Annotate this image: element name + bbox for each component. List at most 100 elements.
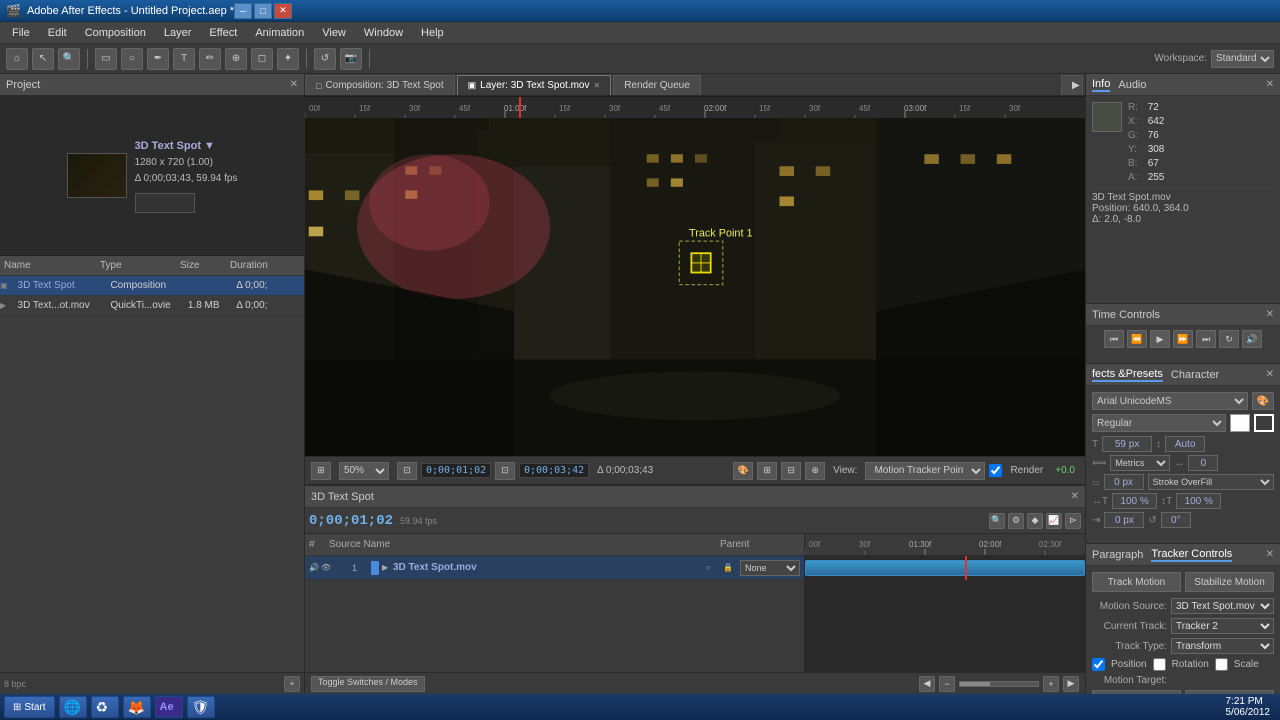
- tl-key-btn[interactable]: ◆: [1027, 513, 1043, 529]
- viewer-fit-btn[interactable]: ⊞: [311, 462, 331, 480]
- tl-marker-btn[interactable]: ⊳: [1065, 513, 1081, 529]
- tl-zoom-in[interactable]: +: [1043, 676, 1059, 692]
- zoom-tool[interactable]: 🔍: [58, 48, 80, 70]
- position-checkbox[interactable]: [1092, 658, 1105, 671]
- workspace-dropdown[interactable]: Standard: [1211, 50, 1274, 68]
- tc-play[interactable]: ▶: [1150, 330, 1170, 348]
- tracking-input[interactable]: [1188, 455, 1218, 471]
- paragraph-tab[interactable]: Paragraph: [1092, 549, 1143, 561]
- info-panel-close[interactable]: ✕: [1266, 79, 1274, 90]
- view-dropdown[interactable]: Motion Tracker Points: [865, 462, 985, 480]
- viewer-canvas[interactable]: Track Point 1: [305, 118, 1085, 456]
- color-swatch-2[interactable]: [1254, 414, 1274, 432]
- tc-loop[interactable]: ↻: [1219, 330, 1239, 348]
- layer-solo-0[interactable]: ○: [706, 563, 720, 572]
- tl-zoom-out[interactable]: −: [939, 676, 955, 692]
- tl-graph-btn[interactable]: 📈: [1046, 513, 1062, 529]
- tracker-tab[interactable]: Tracker Controls: [1151, 548, 1232, 562]
- ellipse-tool[interactable]: ○: [121, 48, 143, 70]
- current-track-dropdown[interactable]: Tracker 2: [1171, 618, 1274, 634]
- taskbar-ae[interactable]: Ae: [155, 696, 183, 718]
- auto-input[interactable]: [1165, 436, 1205, 452]
- effects-tab-char[interactable]: Character: [1171, 369, 1219, 381]
- tc-next-frame[interactable]: ⏩: [1173, 330, 1193, 348]
- eraser-tool[interactable]: ◻: [251, 48, 273, 70]
- tab-render[interactable]: Render Queue: [613, 75, 701, 95]
- track-type-dropdown[interactable]: Transform: [1171, 638, 1274, 654]
- tracker-panel-close[interactable]: ✕: [1266, 549, 1274, 560]
- viewer-btn2[interactable]: ⊡: [397, 462, 417, 480]
- vscale-input[interactable]: [1176, 493, 1221, 509]
- color-swatch-1[interactable]: [1230, 414, 1250, 432]
- tc-skip-start[interactable]: ⏮: [1104, 330, 1124, 348]
- render-checkbox[interactable]: [989, 464, 1002, 477]
- effects-panel-close[interactable]: ✕: [1266, 369, 1274, 380]
- playhead[interactable]: [965, 556, 967, 580]
- start-button[interactable]: ⊞ Start: [4, 696, 55, 718]
- track-bar-0[interactable]: [805, 560, 1085, 576]
- tc-audio[interactable]: 🔊: [1242, 330, 1262, 348]
- layer-expand-0[interactable]: ▶: [382, 563, 390, 572]
- tl-search-btn[interactable]: 🔍: [989, 513, 1005, 529]
- tl-settings-btn[interactable]: ⚙: [1008, 513, 1024, 529]
- taskbar-recycle[interactable]: ♻: [91, 696, 119, 718]
- home-tool[interactable]: ⌂: [6, 48, 28, 70]
- layer-name-0[interactable]: 3D Text Spot.mov: [393, 562, 477, 573]
- project-item-1[interactable]: ▶ 3D Text...ot.mov QuickTi...ovie 1.8 MB…: [0, 296, 304, 316]
- mask-btn[interactable]: ⊟: [781, 462, 801, 480]
- layer-row-0[interactable]: 🔊 👁 1 ▶ 3D Text Spot.mov ○: [305, 556, 804, 580]
- menu-composition[interactable]: Composition: [77, 25, 154, 41]
- menu-file[interactable]: File: [4, 25, 38, 41]
- viewer-btn3[interactable]: ⊡: [495, 462, 515, 480]
- tl-nav-right[interactable]: ▶: [1063, 676, 1079, 692]
- timeline-close[interactable]: ✕: [1071, 491, 1079, 502]
- indent-input[interactable]: [1104, 512, 1144, 528]
- text-tool[interactable]: T: [173, 48, 195, 70]
- rotate-tool[interactable]: ↺: [314, 48, 336, 70]
- brush-tool[interactable]: ✏: [199, 48, 221, 70]
- tc-skip-end[interactable]: ⏭: [1196, 330, 1216, 348]
- menu-animation[interactable]: Animation: [247, 25, 312, 41]
- taskbar-shield[interactable]: 🛡: [187, 696, 215, 718]
- rotate-input[interactable]: [1161, 512, 1191, 528]
- select-tool[interactable]: ↖: [32, 48, 54, 70]
- zoom-dropdown[interactable]: 50%: [339, 462, 389, 480]
- stroke-width-input[interactable]: [1104, 474, 1144, 490]
- channels-btn[interactable]: ⊕: [805, 462, 825, 480]
- menu-view[interactable]: View: [314, 25, 354, 41]
- timeline-zoom-slider[interactable]: [959, 681, 1039, 687]
- font-dropdown[interactable]: Arial UnicodeMS: [1092, 392, 1248, 410]
- layer-audio-icon[interactable]: 🔊: [309, 563, 319, 572]
- hscale-input[interactable]: [1112, 493, 1157, 509]
- clone-tool[interactable]: ⊕: [225, 48, 247, 70]
- track-area[interactable]: 00f 30f 01:30f 02:00f 02:30f 03:00f: [805, 534, 1085, 672]
- stroke-dropdown[interactable]: Stroke OverFill: [1148, 474, 1274, 490]
- menu-window[interactable]: Window: [356, 25, 411, 41]
- end-time-input[interactable]: 0;00;03;42: [519, 463, 589, 478]
- track-motion-btn[interactable]: Track Motion: [1092, 572, 1181, 592]
- new-comp-btn[interactable]: +: [284, 676, 300, 692]
- scale-checkbox[interactable]: [1215, 658, 1228, 671]
- taskbar-ie[interactable]: 🌐: [59, 696, 87, 718]
- pen-tool[interactable]: ✒: [147, 48, 169, 70]
- menu-effect[interactable]: Effect: [201, 25, 245, 41]
- project-panel-close[interactable]: ✕: [290, 79, 298, 90]
- toggle-switches-btn[interactable]: Toggle Switches / Modes: [311, 676, 425, 692]
- minimize-button[interactable]: ─: [234, 3, 252, 19]
- layer-lock-0[interactable]: 🔒: [723, 563, 737, 572]
- close-button[interactable]: ✕: [274, 3, 292, 19]
- grid-btn[interactable]: ⊞: [757, 462, 777, 480]
- rotation-checkbox[interactable]: [1153, 658, 1166, 671]
- motion-source-dropdown[interactable]: 3D Text Spot.mov: [1171, 598, 1274, 614]
- info-tab-audio[interactable]: Audio: [1118, 79, 1146, 91]
- taskbar-firefox[interactable]: 🦊: [123, 696, 151, 718]
- maximize-button[interactable]: □: [254, 3, 272, 19]
- timeline-current-time[interactable]: 0;00;01;02: [309, 513, 393, 529]
- font-size-input[interactable]: [1102, 436, 1152, 452]
- color-picker-btn[interactable]: 🎨: [733, 462, 753, 480]
- menu-layer[interactable]: Layer: [156, 25, 200, 41]
- style-dropdown[interactable]: Regular: [1092, 414, 1226, 432]
- camera-tool[interactable]: 📷: [340, 48, 362, 70]
- tc-prev-frame[interactable]: ⏪: [1127, 330, 1147, 348]
- rect-tool[interactable]: ▭: [95, 48, 117, 70]
